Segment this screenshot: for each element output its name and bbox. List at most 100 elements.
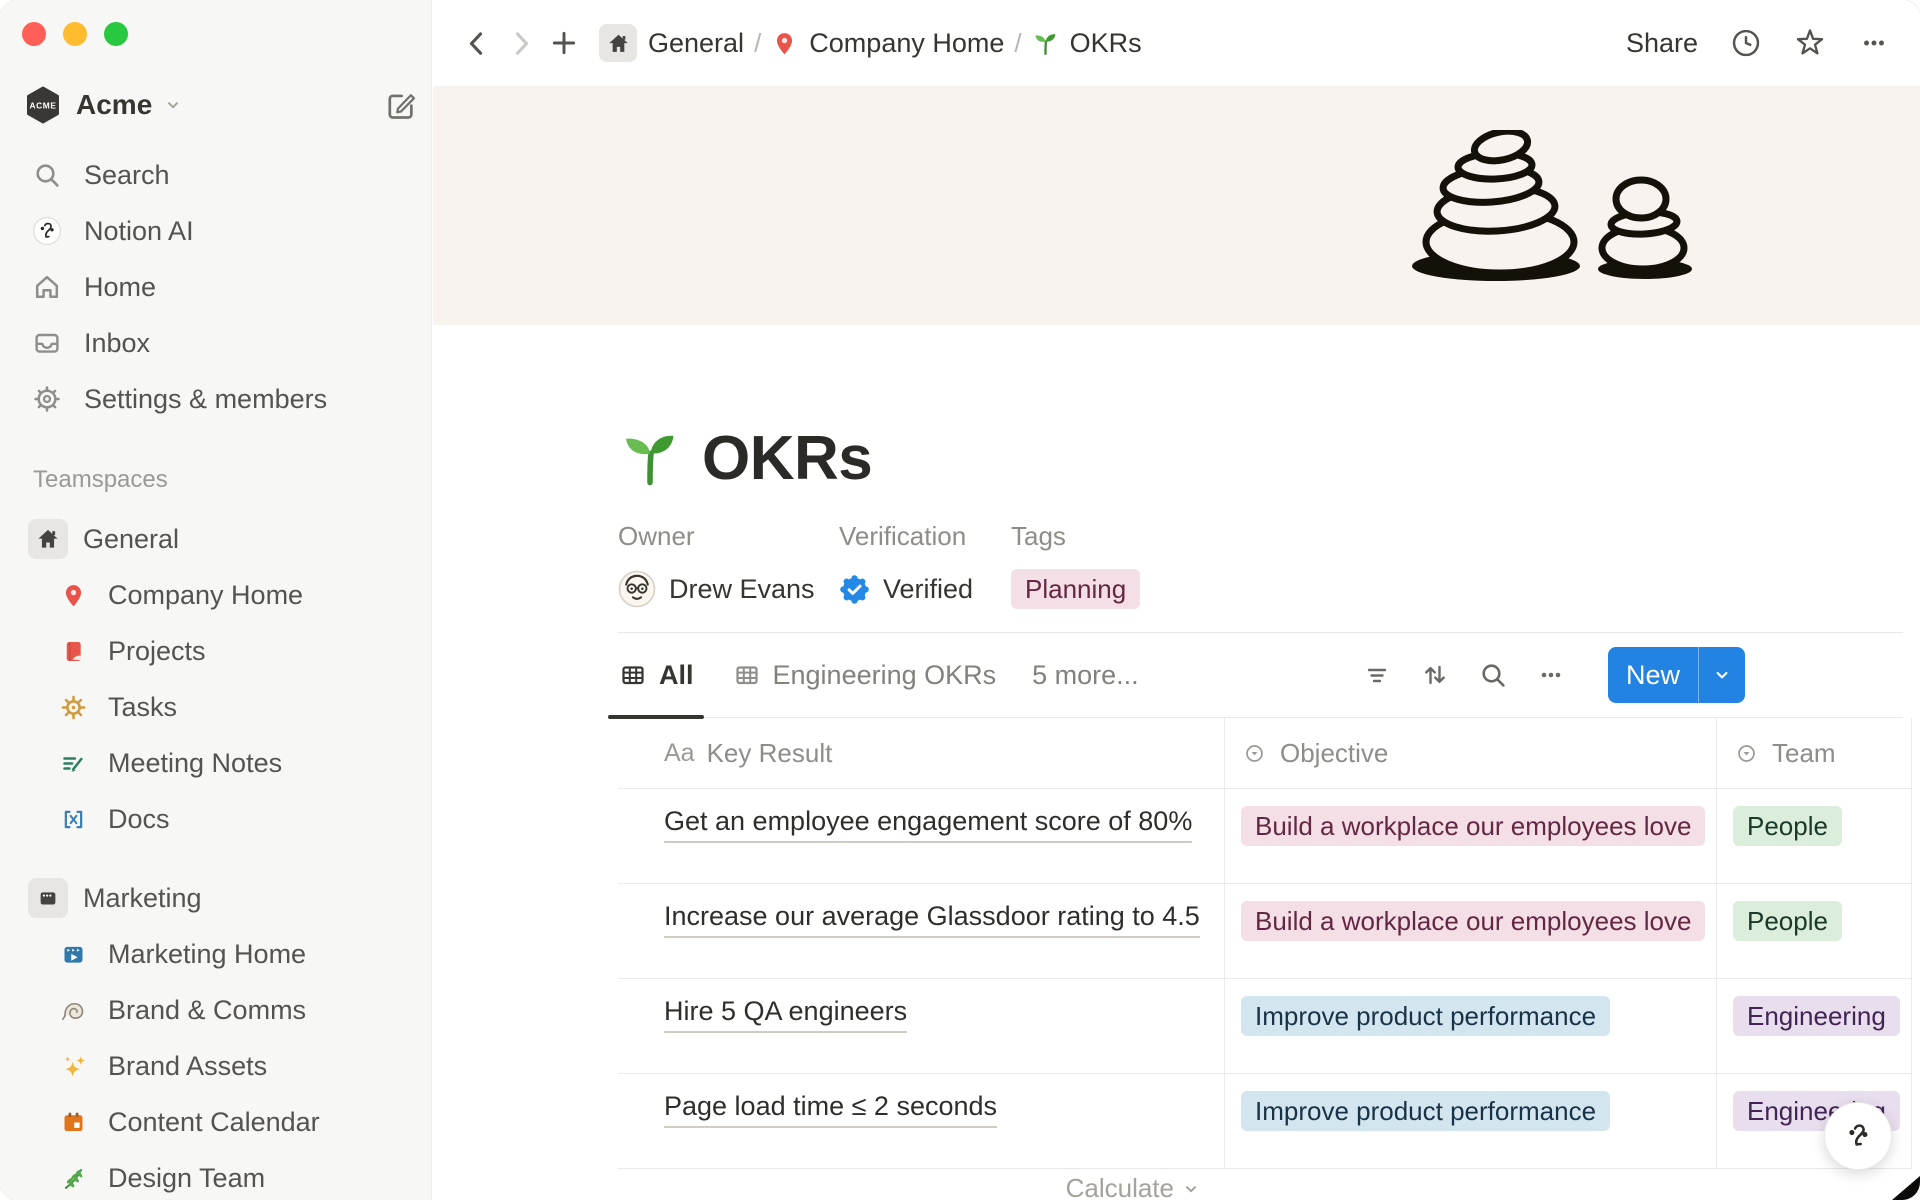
objective-pill[interactable]: Improve product performance: [1241, 1091, 1610, 1131]
filter-icon[interactable]: [1362, 660, 1392, 690]
seedling-icon: [1032, 30, 1059, 57]
key-result-cell[interactable]: Hire 5 QA engineers: [618, 979, 1224, 1073]
property-value[interactable]: Verified: [839, 567, 1011, 611]
key-result-link[interactable]: Increase our average Glassdoor rating to…: [664, 901, 1200, 938]
views-bar: All Engineering OKRs 5 more... New: [618, 632, 1903, 718]
sidebar-item-brand-comms[interactable]: Brand & Comms: [12, 982, 419, 1038]
team-pill[interactable]: People: [1733, 806, 1842, 846]
page-cover[interactable]: [433, 86, 1920, 325]
new-button-label[interactable]: New: [1608, 647, 1698, 703]
sort-icon[interactable]: [1420, 660, 1450, 690]
notion-window: ACME Acme SearchNotion AI Home InboxSettin…: [0, 0, 1920, 1200]
table-row: Page load time ≤ 2 seconds Improve produc…: [618, 1073, 1912, 1168]
tab-all[interactable]: All: [608, 633, 704, 717]
sidebar-item-notion-ai[interactable]: Notion AI: [12, 203, 419, 259]
tab-engineering-okrs[interactable]: Engineering OKRs: [722, 633, 1007, 717]
key-result-cell[interactable]: Page load time ≤ 2 seconds: [618, 1074, 1224, 1168]
team-cell[interactable]: Engineering: [1716, 979, 1912, 1073]
new-button[interactable]: New: [1608, 647, 1745, 703]
sidebar-item-home[interactable]: Home: [12, 259, 419, 315]
more-views-link[interactable]: 5 more...: [1032, 660, 1139, 691]
team-pill[interactable]: Engineering: [1733, 996, 1900, 1036]
property-value[interactable]: Drew Evans: [618, 567, 839, 611]
key-result-cell[interactable]: Increase our average Glassdoor rating to…: [618, 884, 1224, 978]
page-content: OKRs OwnerDrew EvansVerificationVerified…: [433, 325, 1920, 1200]
okr-table: AaKey ResultObjective Team Get an employe…: [618, 718, 1912, 1200]
objective-cell[interactable]: Build a workplace our employees love: [1224, 789, 1716, 883]
new-page-compose-icon[interactable]: [383, 88, 417, 122]
table-footer: Calculate: [618, 1168, 1912, 1200]
close-window-button[interactable]: [22, 22, 46, 46]
breadcrumb-item[interactable]: OKRs: [1026, 24, 1148, 63]
teamspaces-list: GeneralCompany HomeProjectsTasksMeeting …: [12, 511, 419, 1200]
tag-pill: Planning: [1011, 569, 1140, 609]
sidebar-item-design-team[interactable]: Design Team: [12, 1150, 419, 1200]
sidebar-item-docs[interactable]: Docs: [12, 791, 419, 847]
objective-pill[interactable]: Build a workplace our employees love: [1241, 806, 1705, 846]
property-value[interactable]: Planning: [1011, 567, 1140, 611]
key-result-cell[interactable]: Get an employee engagement score of 80%: [618, 789, 1224, 883]
objective-pill[interactable]: Improve product performance: [1241, 996, 1610, 1036]
sidebar-item-marketing-home[interactable]: Marketing Home: [12, 926, 419, 982]
property-owner: OwnerDrew Evans: [618, 521, 839, 611]
objective-pill[interactable]: Build a workplace our employees love: [1241, 901, 1705, 941]
sidebar-item-content-calendar[interactable]: Content Calendar: [12, 1094, 419, 1150]
breadcrumb-item[interactable]: Company Home: [765, 24, 1010, 63]
notion-ai-icon: [32, 216, 62, 246]
zoom-window-button[interactable]: [104, 22, 128, 46]
sidebar-item-brand-assets[interactable]: Brand Assets: [12, 1038, 419, 1094]
column-header-key-result[interactable]: AaKey Result: [618, 718, 1224, 788]
page-title[interactable]: OKRs: [702, 423, 872, 494]
sidebar-item-projects[interactable]: Projects: [12, 623, 419, 679]
tab-label: All: [659, 660, 694, 691]
column-header-objective[interactable]: Objective: [1224, 718, 1716, 788]
back-button[interactable]: [459, 26, 493, 60]
table-row: Increase our average Glassdoor rating to…: [618, 883, 1912, 978]
sidebar-item-inbox[interactable]: Inbox: [12, 315, 419, 371]
sidebar-teamspace-marketing[interactable]: Marketing: [12, 870, 419, 926]
table-icon: [618, 660, 648, 690]
key-result-link[interactable]: Page load time ≤ 2 seconds: [664, 1091, 997, 1128]
share-button[interactable]: Share: [1626, 28, 1698, 59]
chevron-down-icon: [162, 94, 184, 116]
history-clock-icon[interactable]: [1730, 27, 1762, 59]
view-tabs: All Engineering OKRs: [618, 633, 1006, 717]
seedling-icon[interactable]: [618, 426, 682, 490]
sidebar-item-meeting-notes[interactable]: Meeting Notes: [12, 735, 419, 791]
team-pill[interactable]: People: [1733, 901, 1842, 941]
column-header-team[interactable]: Team: [1716, 718, 1912, 788]
sidebar-item-company-home[interactable]: Company Home: [12, 567, 419, 623]
favorite-star-icon[interactable]: [1794, 27, 1826, 59]
breadcrumb-item[interactable]: General: [593, 20, 750, 66]
sidebar-item-label: Docs: [108, 804, 170, 835]
key-result-link[interactable]: Hire 5 QA engineers: [664, 996, 907, 1033]
key-result-link[interactable]: Get an employee engagement score of 80%: [664, 806, 1192, 843]
team-cell[interactable]: People: [1716, 884, 1912, 978]
minimize-window-button[interactable]: [63, 22, 87, 46]
notion-ai-button[interactable]: [1824, 1102, 1892, 1170]
workspace-switcher[interactable]: ACME Acme: [24, 82, 417, 128]
search-icon[interactable]: [1478, 660, 1508, 690]
new-button-chevron-icon[interactable]: [1699, 647, 1745, 703]
forward-button[interactable]: [505, 26, 539, 60]
more-options-icon[interactable]: [1858, 27, 1890, 59]
team-cell[interactable]: People: [1716, 789, 1912, 883]
sidebar-item-label: Home: [84, 272, 156, 303]
objective-cell[interactable]: Improve product performance: [1224, 1074, 1716, 1168]
sidebar-item-label: Brand Assets: [108, 1051, 267, 1082]
column-header-label: Team: [1772, 738, 1836, 769]
add-page-button[interactable]: [547, 26, 581, 60]
objective-cell[interactable]: Build a workplace our employees love: [1224, 884, 1716, 978]
sidebar: ACME Acme SearchNotion AI Home InboxSettin…: [0, 0, 432, 1200]
calculate-dropdown[interactable]: Calculate: [618, 1169, 1224, 1200]
sidebar-item-tasks[interactable]: Tasks: [12, 679, 419, 735]
view-options-dots-icon[interactable]: [1536, 660, 1566, 690]
sidebar-item-search[interactable]: Search: [12, 147, 419, 203]
sidebar-teamspace-general[interactable]: General: [12, 511, 419, 567]
table-icon: [732, 660, 762, 690]
docs-icon: [60, 806, 87, 833]
window-controls: [22, 22, 128, 46]
sidebar-item-settings[interactable]: Settings & members: [12, 371, 419, 427]
objective-cell[interactable]: Improve product performance: [1224, 979, 1716, 1073]
pin-icon: [771, 30, 798, 57]
